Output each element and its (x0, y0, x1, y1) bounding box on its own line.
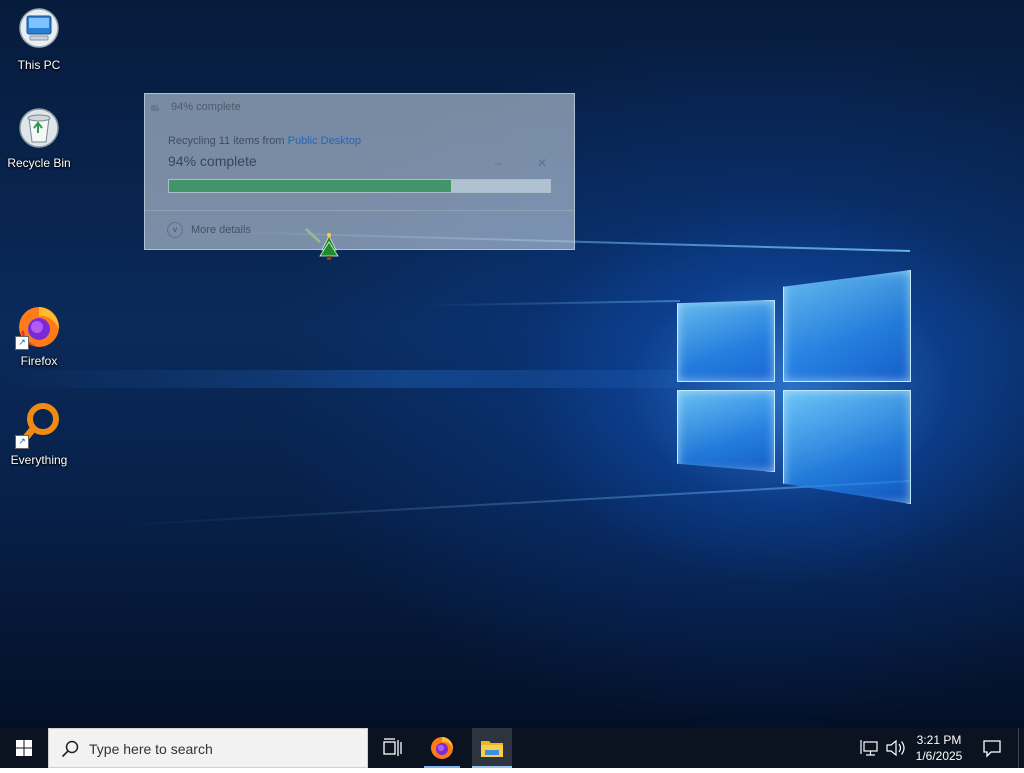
network-tray-button[interactable] (856, 728, 884, 768)
dialog-status-line: Recycling 11 items from Public Desktop (168, 135, 361, 147)
desktop-icon-label: Firefox (20, 354, 58, 368)
this-pc-icon (15, 6, 63, 54)
pause-button[interactable]: – (495, 156, 502, 170)
clock-time: 3:21 PM (916, 733, 962, 747)
shortcut-arrow-icon: ↗ (15, 336, 29, 350)
taskbar-clock[interactable]: 3:21 PM 1/6/2025 (908, 732, 970, 764)
windows-logo-pane (783, 270, 911, 382)
desktop-icon-firefox[interactable]: ↗ Firefox (1, 302, 77, 368)
notification-icon (983, 740, 1001, 758)
more-details-label: More details (191, 224, 251, 236)
desktop-icon-this-pc[interactable]: This PC (1, 6, 77, 72)
progress-bar-fill (169, 180, 451, 192)
shortcut-arrow-icon: ↗ (15, 435, 29, 449)
taskbar: Type here to search 3:21 PM 1/6/2025 (0, 728, 1024, 768)
christmas-tree-cursor-icon (305, 228, 339, 260)
everything-search-icon: ↗ (15, 401, 63, 449)
cancel-button[interactable]: ✕ (537, 156, 547, 170)
dialog-titlebar[interactable]: 94% complete (145, 94, 574, 122)
desktop-icon-label: Everything (10, 453, 68, 467)
desktop-icon-label: This PC (17, 58, 61, 72)
task-view-icon (383, 738, 402, 756)
recycle-progress-icon (151, 102, 164, 111)
taskbar-firefox-button[interactable] (422, 728, 462, 768)
taskbar-file-explorer-button[interactable] (472, 728, 512, 768)
taskbar-search-box[interactable]: Type here to search (48, 728, 368, 768)
status-prefix: Recycling 11 items from (168, 135, 288, 147)
desktop-background[interactable]: This PC Recycle Bin ↗ Firefox ↗ Everythi… (0, 0, 1024, 728)
action-center-button[interactable] (972, 728, 1012, 768)
file-explorer-icon (481, 741, 503, 757)
recycle-progress-dialog[interactable]: 94% complete Recycling 11 items from Pub… (144, 93, 575, 250)
dialog-separator (145, 210, 574, 211)
dialog-percent-complete: 94% complete (168, 153, 257, 169)
light-beam (420, 300, 681, 307)
status-location-link[interactable]: Public Desktop (288, 135, 361, 147)
windows-logo-icon (16, 740, 32, 756)
progress-bar (168, 179, 551, 193)
windows-logo-pane (677, 300, 775, 382)
show-desktop-button[interactable] (1018, 728, 1024, 768)
more-details-button[interactable]: ˅ More details (167, 222, 251, 238)
clock-date: 1/6/2025 (915, 749, 963, 763)
dialog-title: 94% complete (171, 101, 241, 113)
task-view-button[interactable] (372, 728, 412, 768)
search-icon (61, 740, 79, 758)
network-icon (860, 740, 878, 756)
light-beam (0, 370, 680, 388)
search-placeholder: Type here to search (89, 741, 213, 757)
firefox-icon (431, 737, 453, 759)
chevron-down-icon: ˅ (167, 222, 183, 238)
firefox-icon: ↗ (15, 302, 63, 350)
recycle-bin-icon (15, 104, 63, 152)
windows-logo-pane (677, 390, 775, 472)
volume-icon (886, 739, 905, 757)
desktop-icon-everything[interactable]: ↗ Everything (1, 401, 77, 467)
light-beam (121, 480, 911, 527)
volume-tray-button[interactable] (882, 728, 908, 768)
start-button[interactable] (0, 728, 48, 768)
desktop-icon-recycle-bin[interactable]: Recycle Bin (1, 104, 77, 170)
desktop-icon-label: Recycle Bin (7, 156, 71, 170)
